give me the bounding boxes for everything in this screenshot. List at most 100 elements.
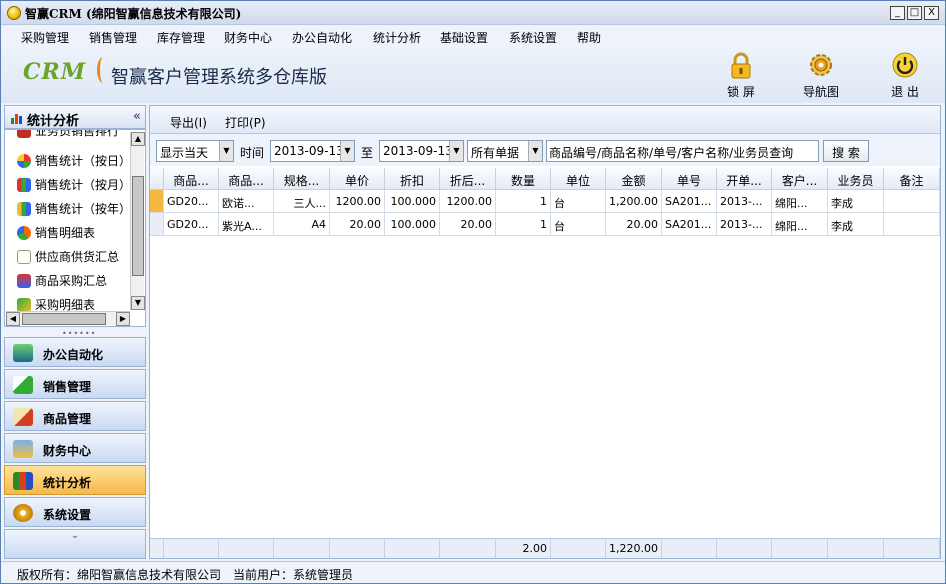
scroll-right-icon[interactable]: ▶ <box>116 312 130 326</box>
table-cell[interactable]: GD20... <box>164 190 219 213</box>
pie-chart-icon <box>17 154 31 168</box>
scroll-up-icon[interactable]: ▲ <box>131 132 145 146</box>
table-cell[interactable]: 台 <box>551 190 606 213</box>
menu-inventory[interactable]: 库存管理 <box>157 29 205 46</box>
nav-product-management[interactable]: 商品管理 <box>4 401 146 431</box>
table-cell[interactable]: 绵阳... <box>772 190 828 213</box>
menu-basic-settings[interactable]: 基础设置 <box>440 29 488 46</box>
minimize-button[interactable]: _ <box>890 6 905 20</box>
menu-help[interactable]: 帮助 <box>577 29 601 46</box>
footer-cell <box>717 538 772 558</box>
table-cell[interactable]: 紫光A... <box>219 213 274 236</box>
table-cell[interactable]: A4 <box>274 213 330 236</box>
nav-more-button[interactable]: ⌄ <box>4 529 146 559</box>
table-cell[interactable]: 李成 <box>828 190 884 213</box>
date-to-picker[interactable]: 2013-09-13 ▼ <box>379 140 464 162</box>
table-cell[interactable]: 20.00 <box>330 213 385 236</box>
search-input[interactable]: 商品编号/商品名称/单号/客户名称/业务员查询 <box>546 140 819 162</box>
column-header[interactable]: 客户... <box>772 168 828 190</box>
lock-screen-label: 锁 屏 <box>727 85 755 99</box>
column-header[interactable]: 单位 <box>551 168 606 190</box>
column-header[interactable]: 商品... <box>219 168 274 190</box>
column-header[interactable]: 数量 <box>496 168 551 190</box>
row-indicator[interactable] <box>150 213 164 236</box>
tree-item-salesperson-ranking[interactable]: 业务员销售排行 <box>17 130 119 144</box>
row-indicator[interactable] <box>150 190 164 213</box>
table-cell[interactable]: 绵阳... <box>772 213 828 236</box>
title-bar: 智赢CRM (绵阳智赢信息技术有限公司) _ □ X <box>1 1 945 25</box>
print-button[interactable]: 打印(P) <box>225 114 266 131</box>
table-cell[interactable]: 台 <box>551 213 606 236</box>
nav-office-automation[interactable]: 办公自动化 <box>4 337 146 367</box>
column-header[interactable]: 备注 <box>884 168 940 190</box>
tree-item-sales-by-month[interactable]: 销售统计（按月） <box>17 176 131 198</box>
column-header[interactable]: 金额 <box>606 168 662 190</box>
search-button[interactable]: 搜 索 <box>823 140 869 162</box>
tree-item-sales-by-year[interactable]: 销售统计（按年） <box>17 200 131 222</box>
nav-system-settings[interactable]: 系统设置 <box>4 497 146 527</box>
table-cell[interactable]: 2013-... <box>717 213 772 236</box>
scroll-thumb[interactable] <box>132 176 144 276</box>
status-bar: 版权所有：绵阳智赢信息技术有限公司 当前用户：系统管理员 <box>1 561 945 583</box>
table-cell[interactable] <box>884 213 940 236</box>
tree-item-sales-detail[interactable]: 销售明细表 <box>17 224 95 246</box>
table-cell[interactable]: 1,200.00 <box>606 190 662 213</box>
table-cell[interactable]: 1200.00 <box>330 190 385 213</box>
column-header[interactable]: 规格... <box>274 168 330 190</box>
table-cell[interactable] <box>884 190 940 213</box>
export-button[interactable]: 导出(I) <box>170 114 207 131</box>
row-indicator-header <box>150 168 164 190</box>
navigation-map-button[interactable]: 导航图 <box>791 51 851 103</box>
maximize-button[interactable]: □ <box>907 6 922 20</box>
close-button[interactable]: X <box>924 6 939 20</box>
column-header[interactable]: 业务员 <box>828 168 884 190</box>
menu-office[interactable]: 办公自动化 <box>292 29 352 46</box>
table-cell[interactable]: 1 <box>496 190 551 213</box>
menu-finance[interactable]: 财务中心 <box>224 29 272 46</box>
table-cell[interactable]: 20.00 <box>440 213 496 236</box>
table-cell[interactable]: 1200.00 <box>440 190 496 213</box>
footer-cell <box>662 538 717 558</box>
table-cell[interactable]: SA201... <box>662 213 717 236</box>
column-header[interactable]: 商品... <box>164 168 219 190</box>
tree-vertical-scrollbar[interactable]: ▲ ▼ <box>130 132 145 310</box>
tree-item-supplier-summary[interactable]: 供应商供货汇总 <box>17 248 119 270</box>
logo-swoosh-icon <box>97 57 109 83</box>
menu-bar: 采购管理 销售管理 库存管理 财务中心 办公自动化 统计分析 基础设置 系统设置… <box>1 25 945 47</box>
exit-button[interactable]: 退 出 <box>875 51 935 103</box>
menu-system-settings[interactable]: 系统设置 <box>509 29 557 46</box>
table-cell[interactable]: 100.000 <box>385 213 440 236</box>
tree-item-purchase-summary[interactable]: 商品采购汇总 <box>17 272 107 294</box>
current-user-text: 当前用户：系统管理员 <box>233 568 354 582</box>
table-cell[interactable]: 2013-... <box>717 190 772 213</box>
column-header[interactable]: 折后... <box>440 168 496 190</box>
nav-finance-center[interactable]: 财务中心 <box>4 433 146 463</box>
nav-statistics[interactable]: 统计分析 <box>4 465 146 495</box>
table-cell[interactable]: 三人... <box>274 190 330 213</box>
table-cell[interactable]: 20.00 <box>606 213 662 236</box>
date-from-picker[interactable]: 2013-09-13 ▼ <box>270 140 355 162</box>
nav-sales-management[interactable]: 销售管理 <box>4 369 146 399</box>
table-cell[interactable]: 1 <box>496 213 551 236</box>
scroll-thumb[interactable] <box>22 313 106 325</box>
table-cell[interactable]: 欧诺... <box>219 190 274 213</box>
tree-horizontal-scrollbar[interactable]: ◀ ▶ <box>6 311 130 326</box>
scroll-left-icon[interactable]: ◀ <box>6 312 20 326</box>
menu-statistics[interactable]: 统计分析 <box>373 29 421 46</box>
column-header[interactable]: 单号 <box>662 168 717 190</box>
document-type-select[interactable]: 所有单据 ▼ <box>467 140 543 162</box>
menu-purchase[interactable]: 采购管理 <box>21 29 69 46</box>
column-header[interactable]: 折扣 <box>385 168 440 190</box>
table-cell[interactable]: 李成 <box>828 213 884 236</box>
scroll-down-icon[interactable]: ▼ <box>131 296 145 310</box>
table-cell[interactable]: SA201... <box>662 190 717 213</box>
column-header[interactable]: 单价 <box>330 168 385 190</box>
period-select[interactable]: 显示当天 ▼ <box>156 140 234 162</box>
table-cell[interactable]: GD20... <box>164 213 219 236</box>
tree-item-sales-by-day[interactable]: 销售统计（按日） <box>17 152 131 174</box>
menu-sales[interactable]: 销售管理 <box>89 29 137 46</box>
column-header[interactable]: 开单... <box>717 168 772 190</box>
collapse-sidebar-button[interactable]: « <box>133 109 141 124</box>
table-cell[interactable]: 100.000 <box>385 190 440 213</box>
lock-screen-button[interactable]: 锁 屏 <box>711 51 771 103</box>
